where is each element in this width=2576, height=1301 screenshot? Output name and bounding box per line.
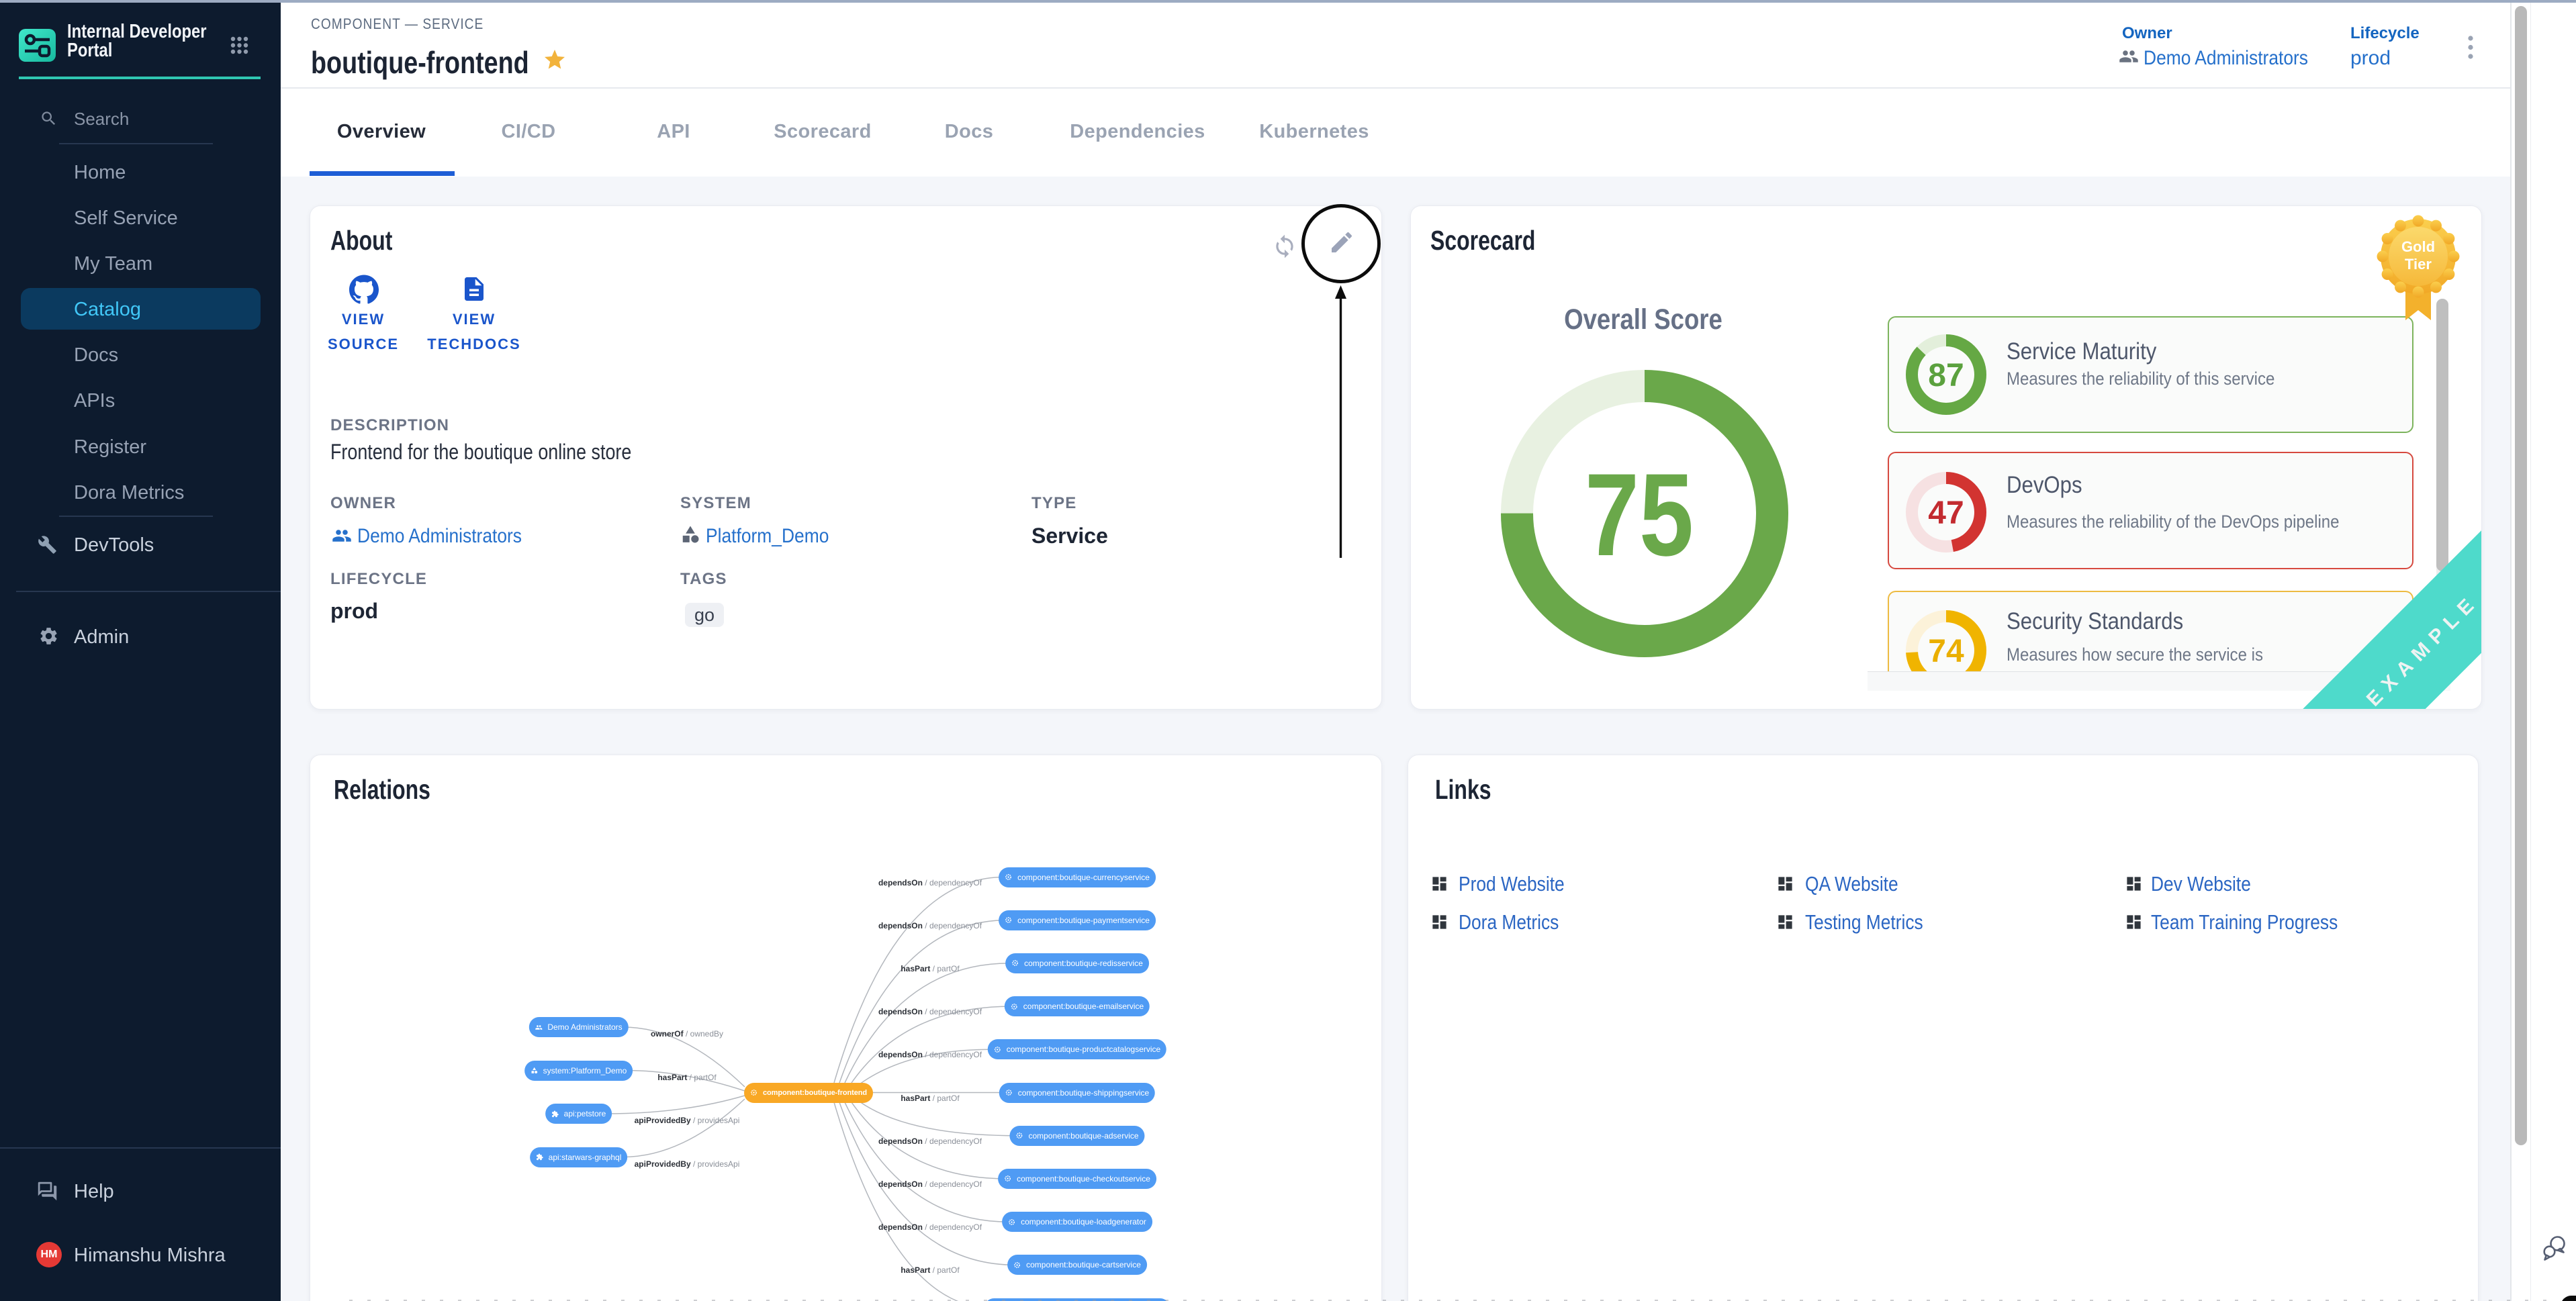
- svg-text:Tier: Tier: [2405, 256, 2432, 273]
- svg-text:Gold: Gold: [2401, 238, 2435, 255]
- svg-text:47: 47: [1928, 495, 1964, 531]
- svg-text:87: 87: [1928, 358, 1964, 393]
- svg-text:75: 75: [1585, 450, 1694, 581]
- svg-text:?: ?: [43, 1182, 48, 1192]
- svg-text:74: 74: [1928, 634, 1964, 669]
